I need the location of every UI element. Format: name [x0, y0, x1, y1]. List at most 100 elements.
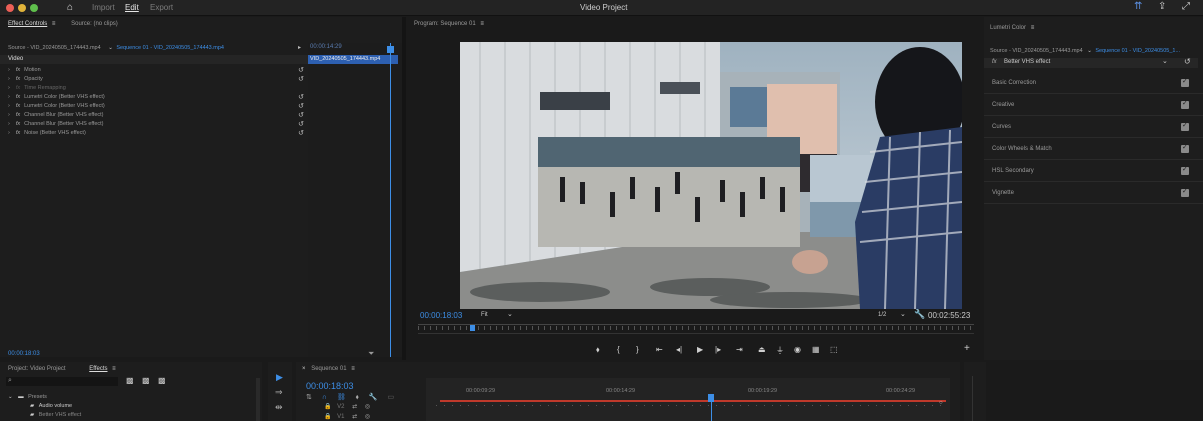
effect-row[interactable]: › fx Channel Blur (Better VHS effect) ↺: [0, 111, 308, 120]
program-title[interactable]: Program: Sequence 01: [414, 21, 476, 27]
menu-import[interactable]: Import: [92, 3, 115, 12]
sequence-tab[interactable]: Sequence 01: [311, 366, 346, 372]
reset-icon[interactable]: ↺: [298, 129, 304, 138]
timeline-timecode[interactable]: 00:00:18:03: [306, 381, 354, 391]
chevron-down-icon[interactable]: ⌄: [1162, 57, 1168, 65]
panel-menu-icon[interactable]: ≡: [351, 366, 355, 372]
sync-icon[interactable]: ⇄: [352, 404, 357, 410]
selection-tool-icon[interactable]: ▶: [276, 372, 283, 383]
video-frame[interactable]: [460, 42, 962, 309]
export-frame-icon[interactable]: ◉: [794, 345, 801, 354]
play-only-icon[interactable]: ▸: [298, 44, 301, 51]
lumetri-section-creative[interactable]: Creative: [984, 93, 1203, 116]
lift-icon[interactable]: ⏏: [758, 345, 766, 354]
section-checkbox[interactable]: [1181, 137, 1189, 159]
settings-icon[interactable]: 🔧: [369, 394, 378, 401]
captions-icon[interactable]: ▭: [387, 394, 394, 401]
program-playhead[interactable]: [470, 325, 475, 331]
sync-icon[interactable]: ⇄: [352, 414, 357, 420]
step-forward-icon[interactable]: |▸: [715, 345, 721, 354]
timeline-ruler[interactable]: 00:00:09:29 00:00:14:29 00:00:19:29 00:0…: [426, 378, 950, 421]
close-icon[interactable]: ×: [302, 366, 306, 372]
section-checkbox[interactable]: [1181, 181, 1189, 203]
project-scrollbar[interactable]: [256, 378, 260, 421]
lock-icon[interactable]: 🔒: [324, 404, 331, 410]
lumetri-section-basic[interactable]: Basic Correction: [984, 71, 1203, 94]
menu-export[interactable]: Export: [150, 3, 173, 12]
mini-clip[interactable]: VID_20240505_174443.mp4: [308, 55, 398, 64]
comparison-view-icon[interactable]: ▦: [812, 345, 820, 354]
maximize-window-button[interactable]: [30, 4, 38, 12]
play-icon[interactable]: ▶: [697, 345, 703, 354]
chevron-down-icon[interactable]: ⌄: [507, 310, 513, 318]
eye-icon[interactable]: ◎: [365, 404, 370, 410]
effect-row[interactable]: › fx Time Remapping: [0, 84, 308, 93]
linked-selection-icon[interactable]: ⛓: [337, 394, 346, 401]
add-button-icon[interactable]: +: [964, 343, 970, 354]
mini-playhead[interactable]: [390, 43, 391, 357]
sequence-label[interactable]: Sequence 01 - VID_20240505_174443.mp4: [116, 45, 224, 51]
reset-icon[interactable]: ↺: [298, 111, 304, 120]
go-to-out-icon[interactable]: ⇥: [736, 345, 743, 354]
effect-mini-timeline[interactable]: ▸ 00:00:14:29 VID_20240505_174443.mp4: [298, 43, 402, 357]
lumetri-section-vignette[interactable]: Vignette: [984, 181, 1203, 204]
home-icon[interactable]: ⌂: [67, 2, 73, 13]
proxy-toggle-icon[interactable]: ⬚: [830, 345, 838, 354]
reset-icon[interactable]: ↺: [298, 120, 304, 129]
chevron-down-icon[interactable]: ⌄: [900, 310, 906, 318]
resolution-dropdown[interactable]: 1/2: [878, 312, 886, 318]
mini-playhead-handle[interactable]: [387, 46, 394, 53]
minimize-window-button[interactable]: [18, 4, 26, 12]
track-select-tool-icon[interactable]: ⇒: [275, 387, 283, 398]
tree-item-presets[interactable]: ⌄ ▬ Presets: [0, 393, 262, 402]
fullscreen-icon[interactable]: ⤢: [1182, 1, 1190, 12]
reset-icon[interactable]: ↺: [298, 102, 304, 111]
wrench-icon[interactable]: 🔧: [914, 309, 925, 320]
tree-item-audio-volume[interactable]: ▰ Audio volume: [0, 402, 262, 411]
reset-icon[interactable]: ↺: [298, 66, 304, 75]
program-timecode[interactable]: 00:00:18:03: [420, 311, 462, 320]
effects-search-input[interactable]: ⌕: [6, 377, 118, 386]
mark-out-icon[interactable]: }: [636, 345, 639, 354]
effect-row[interactable]: › fx Motion ↺: [0, 66, 308, 75]
section-checkbox[interactable]: [1181, 159, 1189, 181]
tree-item-better-vhs[interactable]: ▰ Better VHS effect: [0, 411, 262, 420]
tab-source[interactable]: Source: (no clips): [71, 21, 118, 27]
add-marker-icon[interactable]: ⬧: [596, 345, 600, 355]
progress-icon[interactable]: ⇈: [1134, 1, 1142, 12]
ripple-edit-tool-icon[interactable]: ⇹: [275, 402, 283, 413]
panel-menu-icon[interactable]: ≡: [1031, 25, 1035, 31]
go-to-in-icon[interactable]: ⇤: [656, 345, 663, 354]
step-back-icon[interactable]: ◂|: [676, 345, 682, 354]
accelerated-effects-icon[interactable]: ▩: [126, 376, 134, 385]
fit-dropdown[interactable]: Fit: [481, 312, 488, 318]
effect-row[interactable]: › fx Noise (Better VHS effect) ↺: [0, 129, 308, 138]
section-checkbox[interactable]: [1181, 93, 1189, 115]
tab-effect-controls[interactable]: Effect Controls: [8, 21, 47, 27]
chevron-down-icon[interactable]: ⌄: [1087, 48, 1092, 54]
snap-icon[interactable]: ∩: [322, 394, 327, 401]
tab-project[interactable]: Project: Video Project: [8, 366, 66, 372]
lumetri-section-wheels[interactable]: Color Wheels & Match: [984, 137, 1203, 160]
effect-row[interactable]: › fx Lumetri Color (Better VHS effect) ↺: [0, 102, 308, 111]
mark-in-icon[interactable]: {: [617, 345, 620, 354]
filter-icon[interactable]: ⏷: [368, 349, 374, 359]
effect-row[interactable]: › fx Opacity ↺: [0, 75, 308, 84]
menu-edit[interactable]: Edit: [125, 3, 139, 12]
tab-effects[interactable]: Effects: [89, 366, 107, 372]
effect-selector[interactable]: fx Better VHS effect ⌄ ↺: [984, 57, 1198, 68]
share-icon[interactable]: ⇪: [1158, 1, 1166, 12]
section-checkbox[interactable]: [1181, 115, 1189, 137]
section-checkbox[interactable]: [1181, 71, 1189, 93]
lumetri-title[interactable]: Lumetri Color: [990, 25, 1026, 31]
add-marker-icon[interactable]: ⬧: [356, 394, 359, 401]
lock-icon[interactable]: 🔒: [324, 414, 331, 420]
eye-icon[interactable]: ◎: [365, 414, 370, 420]
lumetri-sequence[interactable]: Sequence 01 - VID_20240505_1...: [1095, 48, 1180, 54]
lumetri-section-curves[interactable]: Curves: [984, 115, 1203, 138]
reset-icon[interactable]: ↺: [298, 93, 304, 102]
extract-icon[interactable]: ⏚: [776, 345, 784, 356]
nest-icon[interactable]: ⇅: [306, 394, 312, 401]
panel-menu-icon[interactable]: ≡: [480, 21, 484, 27]
32bit-effects-icon[interactable]: ▩: [142, 376, 150, 385]
